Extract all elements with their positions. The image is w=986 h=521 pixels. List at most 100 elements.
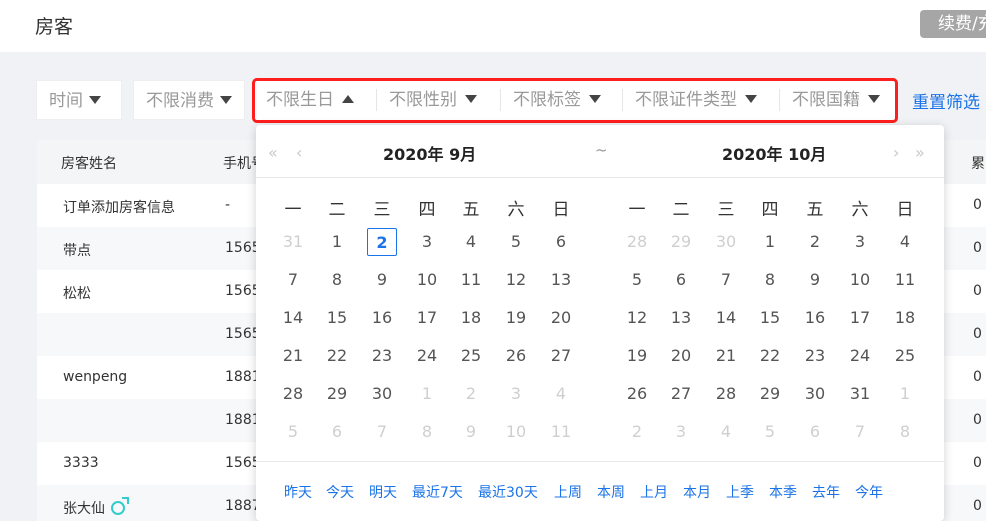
calendar-day[interactable]: 12 bbox=[501, 266, 531, 294]
calendar-day[interactable]: 25 bbox=[456, 342, 486, 370]
calendar-day[interactable]: 2 bbox=[367, 228, 397, 256]
calendar-day[interactable]: 3 bbox=[845, 228, 875, 256]
shortcut-last-quarter[interactable]: 上季 bbox=[726, 482, 754, 502]
filter-tag[interactable]: 不限标签 bbox=[513, 81, 601, 120]
calendar-day[interactable]: 16 bbox=[367, 304, 397, 332]
calendar-day[interactable]: 26 bbox=[622, 380, 652, 408]
calendar-day[interactable]: 17 bbox=[845, 304, 875, 332]
calendar-day[interactable]: 21 bbox=[278, 342, 308, 370]
calendar-day[interactable]: 13 bbox=[546, 266, 576, 294]
calendar-day[interactable]: 25 bbox=[890, 342, 920, 370]
calendar-day[interactable]: 8 bbox=[322, 266, 352, 294]
calendar-day[interactable]: 11 bbox=[890, 266, 920, 294]
filter-spend[interactable]: 不限消费 bbox=[133, 80, 245, 120]
calendar-day[interactable]: 8 bbox=[755, 266, 785, 294]
shortcut-tomorrow[interactable]: 明天 bbox=[369, 482, 397, 502]
calendar-day[interactable]: 10 bbox=[412, 266, 442, 294]
next-year-icon[interactable]: » bbox=[915, 143, 925, 162]
calendar-day[interactable]: 19 bbox=[501, 304, 531, 332]
calendar-day[interactable]: 24 bbox=[845, 342, 875, 370]
calendar-day[interactable]: 24 bbox=[412, 342, 442, 370]
shortcut-this-year[interactable]: 今年 bbox=[855, 482, 883, 502]
shortcut-last-year[interactable]: 去年 bbox=[812, 482, 840, 502]
calendar-day-outside: 31 bbox=[282, 232, 304, 251]
filter-birthday-label: 不限生日 bbox=[266, 90, 334, 110]
shortcut-today[interactable]: 今天 bbox=[326, 482, 354, 502]
calendar-day[interactable]: 19 bbox=[622, 342, 652, 370]
calendar-day[interactable]: 4 bbox=[890, 228, 920, 256]
column-header-name: 房客姓名 bbox=[61, 156, 117, 172]
calendar-day[interactable]: 21 bbox=[711, 342, 741, 370]
prev-month-icon[interactable]: ‹ bbox=[296, 143, 302, 162]
guest-extra: 0 bbox=[973, 455, 982, 471]
calendar-day-outside: 3 bbox=[510, 384, 522, 403]
filter-gender[interactable]: 不限性别 bbox=[389, 81, 477, 120]
calendar-day[interactable]: 23 bbox=[367, 342, 397, 370]
calendar-day[interactable]: 1 bbox=[755, 228, 785, 256]
shortcut-last-30-days[interactable]: 最近30天 bbox=[478, 482, 538, 502]
filter-time-label: 时间 bbox=[49, 91, 83, 111]
calendar-day[interactable]: 14 bbox=[278, 304, 308, 332]
calendar-day[interactable]: 27 bbox=[546, 342, 576, 370]
filter-nationality[interactable]: 不限国籍 bbox=[792, 81, 880, 120]
calendar-day[interactable]: 7 bbox=[711, 266, 741, 294]
calendar-day[interactable]: 14 bbox=[711, 304, 741, 332]
calendar-day[interactable]: 20 bbox=[666, 342, 696, 370]
right-month-title: 2020年 10月 bbox=[722, 145, 827, 164]
guest-extra: 0 bbox=[973, 283, 982, 299]
calendar-day[interactable]: 4 bbox=[456, 228, 486, 256]
shortcut-this-week[interactable]: 本周 bbox=[597, 482, 625, 502]
prev-year-icon[interactable]: « bbox=[268, 143, 278, 162]
calendar-day[interactable]: 2 bbox=[800, 228, 830, 256]
caret-up-icon bbox=[342, 95, 354, 103]
shortcut-last-week[interactable]: 上周 bbox=[554, 482, 582, 502]
calendar-day[interactable]: 12 bbox=[622, 304, 652, 332]
calendar-day[interactable]: 9 bbox=[800, 266, 830, 294]
filter-gender-label: 不限性别 bbox=[389, 90, 457, 110]
calendar-day[interactable]: 22 bbox=[755, 342, 785, 370]
calendar-day[interactable]: 1 bbox=[322, 228, 352, 256]
caret-down-icon bbox=[220, 96, 232, 104]
calendar-day[interactable]: 13 bbox=[666, 304, 696, 332]
calendar-day[interactable]: 30 bbox=[367, 380, 397, 408]
shortcut-last-7-days[interactable]: 最近7天 bbox=[412, 482, 463, 502]
next-month-icon[interactable]: › bbox=[893, 143, 899, 162]
calendar-day[interactable]: 3 bbox=[412, 228, 442, 256]
calendar-day[interactable]: 30 bbox=[800, 380, 830, 408]
shortcut-last-month[interactable]: 上月 bbox=[640, 482, 668, 502]
calendar-day[interactable]: 29 bbox=[755, 380, 785, 408]
renew-button[interactable]: 续费/充值 bbox=[920, 10, 986, 38]
shortcut-yesterday[interactable]: 昨天 bbox=[284, 482, 312, 502]
reset-filter-link[interactable]: 重置筛选 bbox=[912, 88, 980, 113]
calendar-day[interactable]: 28 bbox=[278, 380, 308, 408]
calendar-day[interactable]: 15 bbox=[755, 304, 785, 332]
shortcut-this-month[interactable]: 本月 bbox=[683, 482, 711, 502]
calendar-day[interactable]: 26 bbox=[501, 342, 531, 370]
calendar-day[interactable]: 5 bbox=[501, 228, 531, 256]
calendar-day[interactable]: 28 bbox=[711, 380, 741, 408]
calendar-day[interactable]: 17 bbox=[412, 304, 442, 332]
shortcut-this-quarter[interactable]: 本季 bbox=[769, 482, 797, 502]
weekday-header: 三 bbox=[717, 200, 735, 220]
calendar-day[interactable]: 27 bbox=[666, 380, 696, 408]
calendar-day[interactable]: 16 bbox=[800, 304, 830, 332]
calendar-day[interactable]: 18 bbox=[456, 304, 486, 332]
calendar-day[interactable]: 23 bbox=[800, 342, 830, 370]
calendar-day[interactable]: 31 bbox=[845, 380, 875, 408]
calendar-day[interactable]: 10 bbox=[845, 266, 875, 294]
calendar-day[interactable]: 18 bbox=[890, 304, 920, 332]
calendar-day[interactable]: 29 bbox=[322, 380, 352, 408]
calendar-day[interactable]: 6 bbox=[666, 266, 696, 294]
calendar-day[interactable]: 5 bbox=[622, 266, 652, 294]
filter-birthday[interactable]: 不限生日 bbox=[266, 81, 354, 120]
filter-time[interactable]: 时间 bbox=[36, 80, 122, 120]
calendar-day[interactable]: 9 bbox=[367, 266, 397, 294]
filter-id-type[interactable]: 不限证件类型 bbox=[635, 81, 757, 120]
calendar-day[interactable]: 6 bbox=[546, 228, 576, 256]
calendar-day[interactable]: 11 bbox=[456, 266, 486, 294]
calendar-day[interactable]: 7 bbox=[278, 266, 308, 294]
calendar-day-outside: 5 bbox=[764, 422, 776, 441]
calendar-day[interactable]: 20 bbox=[546, 304, 576, 332]
calendar-day[interactable]: 22 bbox=[322, 342, 352, 370]
calendar-day[interactable]: 15 bbox=[322, 304, 352, 332]
